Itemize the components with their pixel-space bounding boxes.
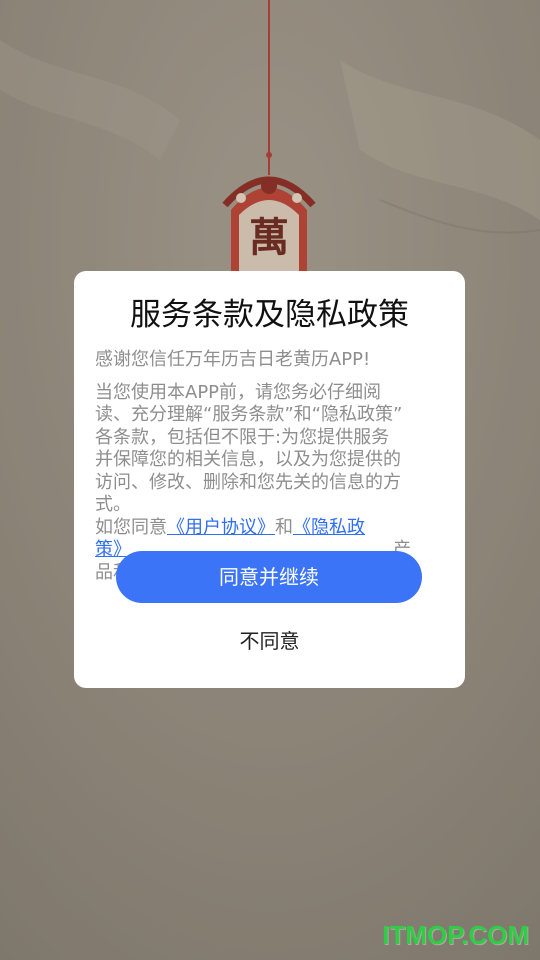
app-screen: 萬 服务条款及隐私政策 感谢您信任万年历吉日老黄历APP! 当您使用本APP前，… xyxy=(0,0,540,960)
body-line: 并保障您的相关信息，以及为您提供的 xyxy=(95,449,401,470)
privacy-policy-link[interactable]: 《隐私政 xyxy=(293,517,365,538)
consent-line: 如您同意《用户协议》和《隐私政 xyxy=(95,517,445,540)
thanks-text: 感谢您信任万年历吉日老黄历APP! xyxy=(95,349,371,370)
agree-continue-button[interactable]: 同意并继续 xyxy=(116,551,422,603)
consent-prefix: 如您同意 xyxy=(95,516,167,538)
site-watermark: ITMOP.COM xyxy=(382,920,529,950)
disagree-button[interactable]: 不同意 xyxy=(74,619,465,663)
body-line: 式。 xyxy=(95,494,131,515)
body-line: 访问、修改、删除和您先关的信息的方 xyxy=(95,471,401,493)
terms-privacy-dialog: 服务条款及隐私政策 感谢您信任万年历吉日老黄历APP! 当您使用本APP前，请您… xyxy=(74,271,465,688)
body-line: 当您使用本APP前，请您务必仔细阅 xyxy=(95,381,382,403)
consent-and: 和 xyxy=(275,516,293,538)
body-line: 各条款，包括但不限于:为您提供服务 xyxy=(95,426,390,448)
dialog-title: 服务条款及隐私政策 xyxy=(130,297,409,333)
body-line: 读、充分理解“服务条款”和“隐私政策” xyxy=(95,404,403,425)
user-agreement-link[interactable]: 《用户协议》 xyxy=(167,517,275,538)
